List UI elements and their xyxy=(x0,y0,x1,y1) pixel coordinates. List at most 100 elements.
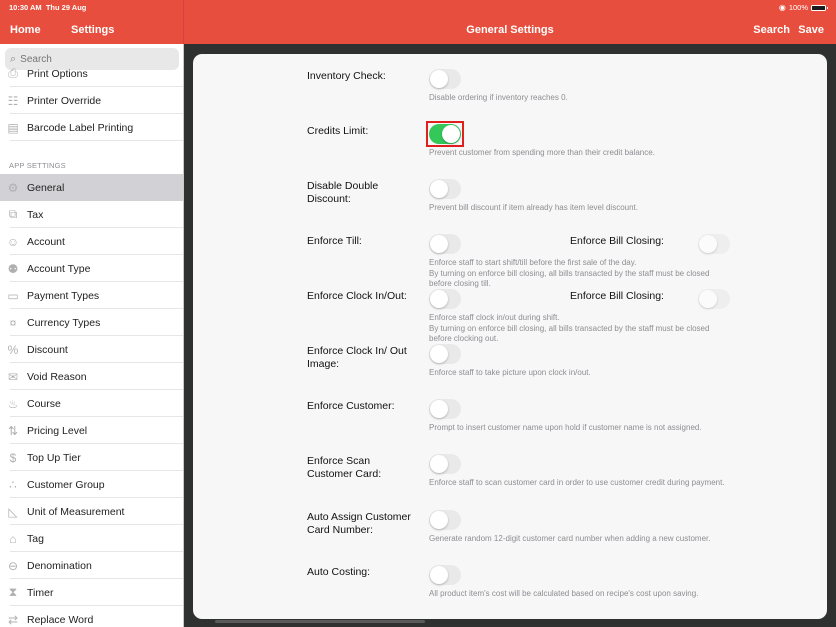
sidebar-item-pricing-level[interactable]: ⇅ Pricing Level xyxy=(0,417,183,444)
setting-label: Auto Assign Customer Card Number: xyxy=(307,511,411,536)
sidebar-item-print-options[interactable]: ⎙ Print Options xyxy=(0,60,183,87)
setting-description: Disable ordering if inventory reaches 0. xyxy=(429,93,568,102)
setting-toggle[interactable] xyxy=(429,69,461,89)
home-button[interactable]: Home xyxy=(10,24,41,36)
sidebar-item-label: Account xyxy=(27,235,65,248)
app: 10:30 AM Thu 29 Aug ◉ 100% Home Settings… xyxy=(0,0,836,627)
print-options-icon: ⎙ xyxy=(8,66,18,80)
ruler-triangle-icon: ◺ xyxy=(8,504,18,519)
setting-toggle[interactable] xyxy=(429,399,461,419)
secondary-setting-toggle[interactable] xyxy=(698,234,730,254)
setting-description: Prevent bill discount if item already ha… xyxy=(429,203,638,212)
sidebar-item-tag[interactable]: ⌂ Tag xyxy=(0,525,183,552)
setting-label: Inventory Check: xyxy=(307,70,386,82)
sidebar-item-top-up-tier[interactable]: $ Top Up Tier xyxy=(0,444,183,471)
sidebar-item-label: Account Type xyxy=(27,262,91,275)
toggle-knob xyxy=(430,345,448,363)
sidebar-item-label: Tag xyxy=(27,532,44,545)
toggle-knob xyxy=(699,290,717,308)
sidebar-item-customer-group[interactable]: ∴ Customer Group xyxy=(0,471,183,498)
arrows-icon: ⇅ xyxy=(7,423,19,438)
sidebar-item-timer[interactable]: ⧗ Timer xyxy=(0,579,183,606)
sidebar-item-label: Discount xyxy=(27,343,68,356)
sidebar-item-barcode-label-printing[interactable]: ▤ Barcode Label Printing xyxy=(0,114,183,141)
sidebar-item-discount[interactable]: % Discount xyxy=(0,336,183,363)
sidebar-item-general[interactable]: ⚙ General xyxy=(0,174,183,201)
sidebar: ⌕ APP SETTINGS ⎙Print Options☷Printer Ov… xyxy=(0,44,184,627)
setting-toggle[interactable] xyxy=(429,454,461,474)
wifi-icon: ◉ xyxy=(778,3,786,12)
setting-toggle[interactable] xyxy=(429,344,461,364)
save-button[interactable]: Save xyxy=(798,24,824,36)
percent-icon: % xyxy=(7,342,19,357)
sidebar-item-tax[interactable]: ⧉ Tax xyxy=(0,201,183,228)
toggle-knob xyxy=(430,235,448,253)
sidebar-item-denomination[interactable]: ⊖ Denomination xyxy=(0,552,183,579)
toggle-knob xyxy=(430,400,448,418)
sidebar-item-label: Void Reason xyxy=(27,370,87,383)
sidebar-item-printer-override[interactable]: ☷ Printer Override xyxy=(0,87,183,114)
hourglass-icon: ⧗ xyxy=(8,585,18,599)
secondary-setting-toggle[interactable] xyxy=(698,289,730,309)
section-header: APP SETTINGS xyxy=(9,161,66,170)
toggle-knob xyxy=(430,455,448,473)
setting-label: Enforce Customer: xyxy=(307,400,395,412)
setting-description: All product item's cost will be calculat… xyxy=(429,589,699,598)
sidebar-item-label: Barcode Label Printing xyxy=(27,121,134,134)
sidebar-item-label: Customer Group xyxy=(27,478,105,491)
horizontal-scrollbar[interactable] xyxy=(215,620,425,623)
status-time: 10:30 AM Thu 29 Aug xyxy=(9,3,87,12)
money-bag-icon: ⊖ xyxy=(7,558,19,573)
sidebar-item-label: Print Options xyxy=(27,67,88,80)
setting-toggle[interactable] xyxy=(429,510,461,530)
sidebar-item-unit-of-measurement[interactable]: ◺ Unit of Measurement xyxy=(0,498,183,525)
setting-toggle[interactable] xyxy=(429,179,461,199)
header-divider xyxy=(183,0,184,44)
secondary-setting-label: Enforce Bill Closing: xyxy=(570,235,664,247)
group-icon: ∴ xyxy=(9,477,17,492)
setting-toggle[interactable] xyxy=(429,234,461,254)
envelope-dollar-icon: $ xyxy=(9,450,17,465)
battery-percent: 100% xyxy=(788,3,808,12)
toggle-knob xyxy=(430,511,448,529)
setting-label: Auto Costing: xyxy=(307,566,371,578)
sidebar-item-account-type[interactable]: ⚉ Account Type xyxy=(0,255,183,282)
top-bar: 10:30 AM Thu 29 Aug ◉ 100% Home Settings… xyxy=(0,0,836,44)
battery-icon xyxy=(811,4,828,11)
tax-icon: ⧉ xyxy=(8,207,18,221)
sidebar-item-void-reason[interactable]: ✉ Void Reason xyxy=(0,363,183,390)
sidebar-item-payment-types[interactable]: ▭ Payment Types xyxy=(0,282,183,309)
sidebar-item-label: Tax xyxy=(27,208,44,221)
setting-toggle[interactable] xyxy=(429,289,461,309)
sidebar-item-label: Replace Word xyxy=(27,613,94,626)
user-circle-icon: ☺ xyxy=(6,234,20,249)
setting-label: Enforce Clock In/Out: xyxy=(307,290,407,302)
sidebar-item-label: Timer xyxy=(27,586,54,599)
sidebar-item-replace-word[interactable]: ⇄ Replace Word xyxy=(0,606,183,627)
setting-label: Credits Limit: xyxy=(307,125,369,137)
secondary-setting-label: Enforce Bill Closing: xyxy=(570,290,664,302)
setting-description: Enforce staff to start shift/till before… xyxy=(429,258,710,288)
highlight-box xyxy=(426,121,464,147)
setting-label: Disable Double Discount: xyxy=(307,180,379,205)
setting-description: Enforce staff to take picture upon clock… xyxy=(429,368,591,377)
sidebar-item-label: Payment Types xyxy=(27,289,100,302)
sidebar-item-label: Unit of Measurement xyxy=(27,505,125,518)
settings-panel: Inventory Check: Disable ordering if inve… xyxy=(193,54,827,619)
search-button[interactable]: Search xyxy=(753,24,790,36)
setting-description: Prevent customer from spending more than… xyxy=(429,148,655,157)
sidebar-item-label: Denomination xyxy=(27,559,92,572)
setting-toggle[interactable] xyxy=(429,565,461,585)
status-indicators: ◉ 100% xyxy=(778,3,828,12)
setting-label: Enforce Clock In/ Out Image: xyxy=(307,345,407,370)
toggle-knob xyxy=(430,290,448,308)
setting-label: Enforce Till: xyxy=(307,235,362,247)
sidebar-item-currency-types[interactable]: ¤ Currency Types xyxy=(0,309,183,336)
sidebar-item-course[interactable]: ♨ Course xyxy=(0,390,183,417)
sidebar-item-label: Pricing Level xyxy=(27,424,88,437)
page-title: General Settings xyxy=(466,24,554,36)
setting-description: Generate random 12-digit customer card n… xyxy=(429,534,711,543)
sidebar-item-account[interactable]: ☺ Account xyxy=(0,228,183,255)
document-icon: ☷ xyxy=(7,93,19,108)
cutlery-icon: ♨ xyxy=(7,396,19,411)
